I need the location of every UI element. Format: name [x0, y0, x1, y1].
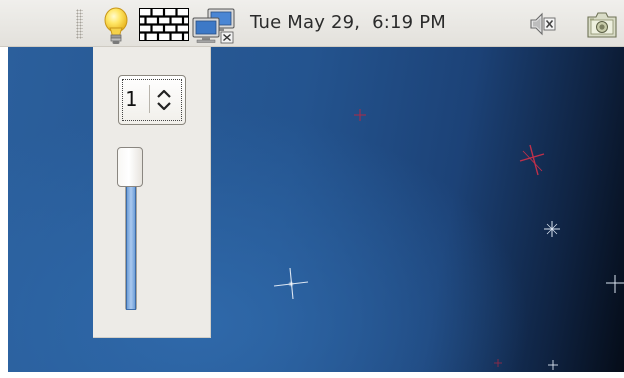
panel-drag-handle[interactable] — [76, 9, 83, 39]
brightness-slider[interactable] — [117, 147, 145, 310]
spin-separator — [149, 85, 150, 113]
top-panel: Tue May 29, 6:19 PM — [0, 0, 624, 47]
screenshot-icon[interactable] — [586, 10, 618, 40]
network-monitor-icon[interactable] — [192, 8, 236, 44]
star-white-edge — [606, 275, 624, 293]
brightness-popup: 1 — [93, 47, 211, 338]
screen-bottom-border — [0, 372, 624, 378]
panel-clock[interactable]: Tue May 29, 6:19 PM — [250, 12, 446, 33]
star-red-bottom — [494, 359, 502, 367]
star-white-right — [544, 221, 560, 237]
slider-fill — [126, 183, 136, 310]
volume-muted-icon[interactable] — [528, 10, 556, 38]
star-red-large — [519, 144, 545, 176]
star-white-bottom — [548, 360, 558, 370]
slider-handle[interactable] — [117, 147, 143, 187]
brightness-spin-button[interactable]: 1 — [118, 75, 186, 125]
brightness-applet-icon[interactable] — [99, 6, 133, 46]
star-red-small — [354, 109, 366, 121]
spin-up-down-arrows-icon[interactable] — [155, 88, 173, 112]
spin-value[interactable]: 1 — [125, 87, 137, 111]
screen: Tue May 29, 6:19 PM 1 — [0, 0, 624, 378]
star-white-left — [273, 267, 309, 300]
workspace-switcher-icon[interactable] — [139, 8, 189, 41]
